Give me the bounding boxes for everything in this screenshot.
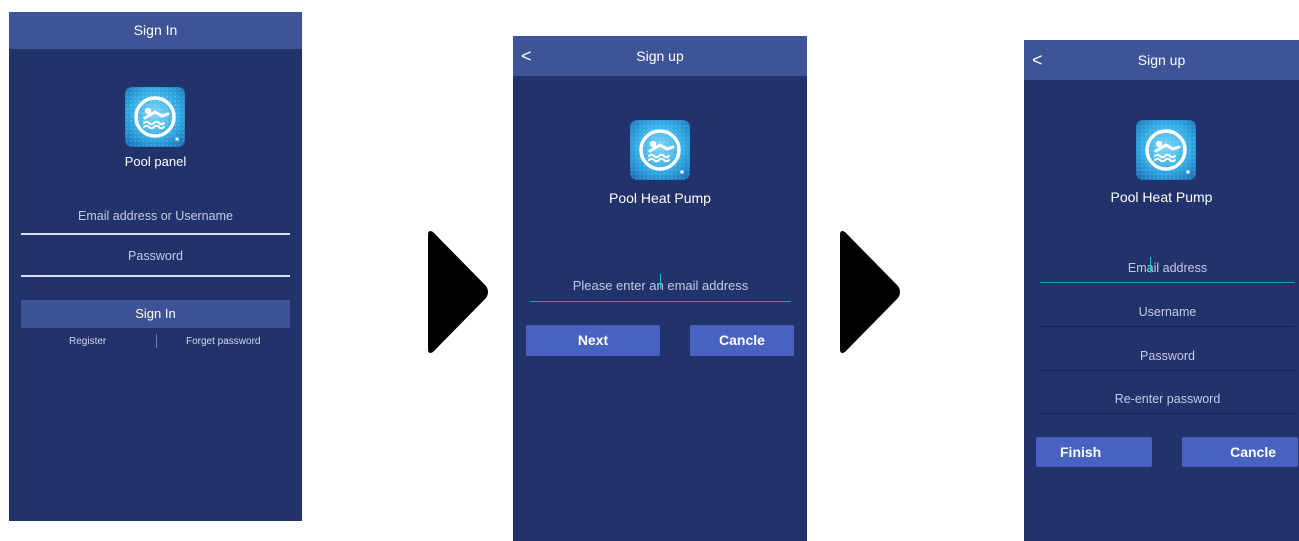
app-name: Pool Heat Pump <box>1110 189 1213 205</box>
link-divider <box>156 334 157 348</box>
page-title: Sign up <box>636 48 684 64</box>
username-field[interactable]: Username <box>1040 302 1295 327</box>
next-button[interactable]: Next <box>526 325 660 356</box>
sign-in-title-bar: Sign In <box>9 12 302 49</box>
text-caret <box>1150 257 1151 273</box>
sign-in-screen: Sign In Pool panel Email address or User… <box>9 12 302 521</box>
sign-up-title-bar: < Sign up <box>1024 40 1299 80</box>
swimmer-icon <box>1136 120 1196 180</box>
reenter-password-field[interactable]: Re-enter password <box>1040 389 1295 414</box>
password-field[interactable]: Password <box>1040 346 1295 371</box>
page-title: Sign In <box>133 22 178 38</box>
email-field[interactable]: Email address <box>1040 258 1295 283</box>
forget-password-link[interactable]: Forget password <box>186 336 260 347</box>
finish-button[interactable]: Finish <box>1036 437 1152 467</box>
page-title: Sign up <box>1137 52 1186 68</box>
app-name: Pool Heat Pump <box>609 190 711 206</box>
password-field[interactable]: Password <box>21 245 290 277</box>
sign-up-title-bar: < Sign up <box>513 36 807 76</box>
play-arrow-icon <box>428 231 488 353</box>
swimmer-icon <box>125 87 185 147</box>
email-username-field[interactable]: Email address or Username <box>21 205 290 235</box>
chevron-left-icon[interactable]: < <box>521 36 532 76</box>
swimmer-icon <box>630 120 690 180</box>
cancel-button[interactable]: Cancle <box>1182 437 1298 467</box>
cancel-button[interactable]: Cancle <box>690 325 794 356</box>
app-name: Pool panel <box>124 154 187 169</box>
play-arrow-icon <box>840 231 900 353</box>
register-link[interactable]: Register <box>69 336 106 347</box>
sign-up-details-screen: < Sign up Pool Heat Pump Email address U… <box>1024 40 1299 541</box>
chevron-left-icon[interactable]: < <box>1032 40 1043 80</box>
sign-in-button[interactable]: Sign In <box>21 300 290 328</box>
text-caret <box>660 274 661 289</box>
sign-up-email-screen: < Sign up Pool Heat Pump Please enter an… <box>513 36 807 541</box>
